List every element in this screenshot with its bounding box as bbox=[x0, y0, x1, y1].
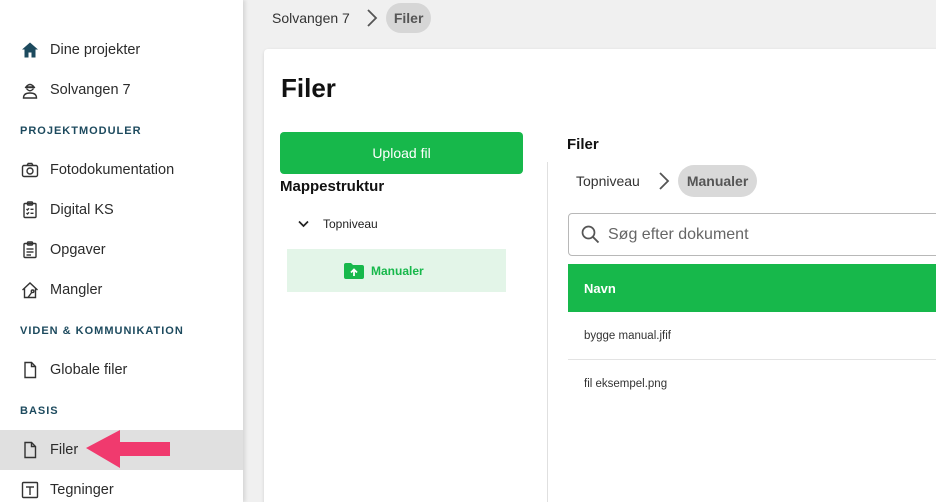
sidebar-item-opgaver[interactable]: Opgaver bbox=[0, 230, 243, 270]
chevron-down-icon bbox=[298, 220, 309, 228]
tree-item-topniveau[interactable]: Topniveau bbox=[298, 217, 378, 231]
folder-breadcrumb: Topniveau Manualer bbox=[576, 165, 758, 197]
chevron-right-icon bbox=[658, 171, 670, 191]
folder-upload-icon bbox=[343, 262, 365, 280]
document-search bbox=[568, 213, 936, 256]
file-icon bbox=[20, 440, 40, 460]
camera-icon bbox=[20, 160, 40, 180]
sidebar-item-globale-filer[interactable]: Globale filer bbox=[0, 350, 243, 390]
house-tool-icon bbox=[20, 280, 40, 300]
sidebar-item-label: Tegninger bbox=[50, 482, 114, 498]
sidebar-item-digital-ks[interactable]: Digital KS bbox=[0, 190, 243, 230]
sidebar-item-fotodokumentation[interactable]: Fotodokumentation bbox=[0, 150, 243, 190]
sidebar-item-label: Fotodokumentation bbox=[50, 162, 175, 178]
annotation-arrow-icon bbox=[86, 430, 170, 468]
tree-item-label: Manualer bbox=[371, 263, 424, 278]
sidebar-item-label: Filer bbox=[50, 442, 79, 458]
breadcrumb-parent-link[interactable]: Solvangen 7 bbox=[272, 10, 350, 26]
breadcrumb: Solvangen 7 Filer bbox=[272, 3, 432, 33]
drawing-icon bbox=[20, 480, 40, 500]
search-input[interactable] bbox=[608, 225, 908, 244]
files-table-header: Navn bbox=[568, 264, 936, 312]
folder-crumb-root[interactable]: Topniveau bbox=[576, 173, 640, 189]
checklist-icon bbox=[20, 200, 40, 220]
file-name: fil eksempel.png bbox=[584, 378, 668, 390]
sidebar-item-dine-projekter[interactable]: Dine projekter bbox=[0, 30, 243, 70]
page-title: Filer bbox=[281, 73, 336, 103]
column-header-name[interactable]: Navn bbox=[584, 281, 616, 296]
tree-item-label: Topniveau bbox=[323, 217, 378, 231]
sidebar-item-label: Globale filer bbox=[50, 362, 128, 378]
search-icon bbox=[581, 225, 600, 244]
sidebar: Dine projekter Solvangen 7 PROJEKTMODULE… bbox=[0, 0, 243, 502]
sidebar-item-label: Digital KS bbox=[50, 202, 114, 218]
breadcrumb-current: Filer bbox=[385, 3, 432, 33]
file-name: bygge manual.jfif bbox=[584, 329, 671, 342]
files-card: Filer Upload fil Mappestruktur Topniveau… bbox=[264, 49, 936, 502]
worker-icon bbox=[20, 80, 40, 100]
section-title-basis: BASIS bbox=[20, 405, 59, 417]
section-title-viden-kommunikation: VIDEN & KOMMUNIKATION bbox=[20, 325, 184, 337]
sidebar-item-label: Dine projekter bbox=[50, 42, 141, 58]
file-icon bbox=[20, 360, 40, 380]
sidebar-item-label: Mangler bbox=[50, 282, 103, 298]
sidebar-item-label: Opgaver bbox=[50, 242, 106, 258]
upload-file-button[interactable]: Upload fil bbox=[280, 132, 523, 174]
folder-crumb-current: Manualer bbox=[677, 165, 758, 197]
chevron-right-icon bbox=[366, 8, 378, 28]
clipboard-icon bbox=[20, 240, 40, 260]
sidebar-item-label: Solvangen 7 bbox=[50, 82, 131, 98]
folder-structure-heading: Mappestruktur bbox=[280, 178, 385, 195]
sidebar-item-solvangen-7[interactable]: Solvangen 7 bbox=[0, 70, 243, 110]
table-row[interactable]: bygge manual.jfif bbox=[568, 312, 936, 360]
table-row[interactable]: fil eksempel.png bbox=[568, 360, 936, 408]
section-title-projektmoduler: PROJEKTMODULER bbox=[20, 125, 142, 137]
files-heading: Filer bbox=[567, 136, 599, 153]
panel-divider bbox=[547, 162, 548, 502]
sidebar-item-mangler[interactable]: Mangler bbox=[0, 270, 243, 310]
home-icon bbox=[20, 40, 40, 60]
tree-item-manualer[interactable]: Manualer bbox=[287, 249, 506, 292]
